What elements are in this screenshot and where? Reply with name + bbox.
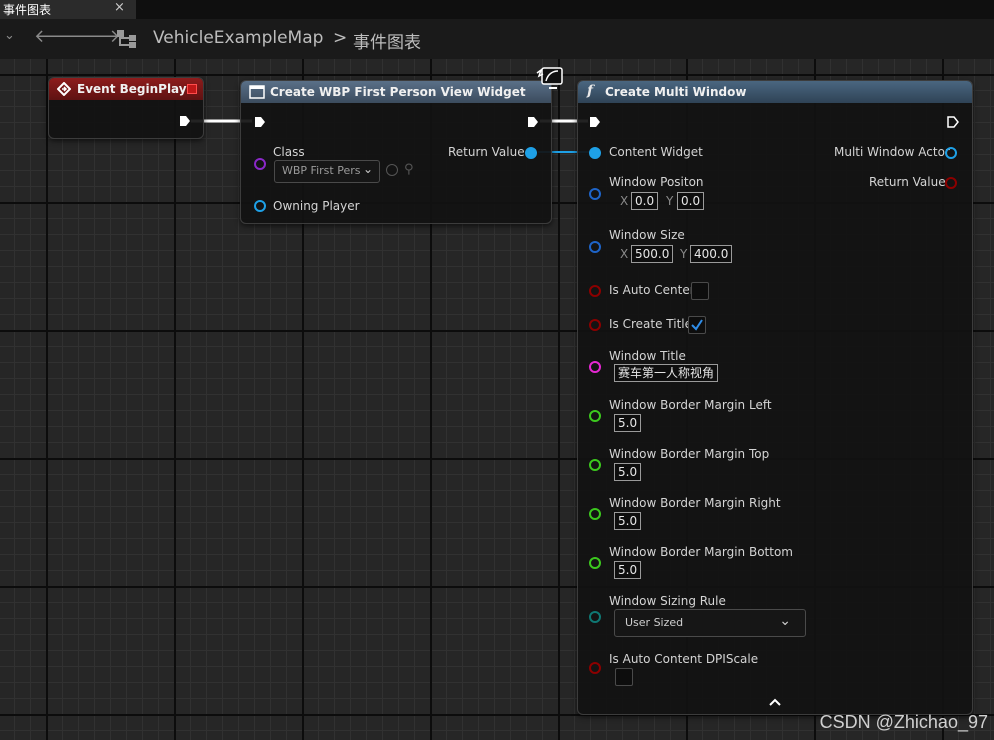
is-auto-center-pin[interactable] [589,285,601,297]
margin-bottom-pin[interactable] [589,557,601,569]
chevron-down-icon: ⌄ [362,162,373,176]
is-auto-center-label: Is Auto Center [609,283,695,297]
margin-top-pin[interactable] [589,459,601,471]
content-widget-pin[interactable] [589,147,601,159]
exec-in-pin[interactable] [254,116,266,128]
widget-icon [249,85,265,99]
search-icon[interactable]: ⚲ [404,162,414,177]
auto-dpi-label: Is Auto Content DPIScale [609,652,759,666]
multi-window-actor-pin[interactable] [945,147,957,159]
window-title-pin[interactable] [589,361,601,373]
margin-top-input[interactable]: 5.0 [614,463,642,481]
window-position-x-input[interactable]: 0.0 [631,192,659,210]
node-header: Event BeginPlay [49,78,203,100]
window-position-y-label: Y [666,194,674,208]
use-selected-icon[interactable] [386,164,398,176]
exec-out-pin[interactable] [179,115,191,127]
window-size-y-label: Y [680,247,688,261]
event-beginplay-node[interactable]: Event BeginPlay [48,77,204,139]
sizing-rule-label: Window Sizing Rule [609,594,726,608]
monitor-icon [536,67,563,89]
return-value-pin[interactable] [525,147,537,159]
checkmark-icon [691,319,703,331]
sizing-rule-pin[interactable] [589,611,601,623]
margin-right-pin[interactable] [589,508,601,520]
window-title-input[interactable]: 赛车第一人称视角 [614,364,719,382]
exec-out-pin[interactable] [947,116,959,128]
margin-right-label: Window Border Margin Right [609,496,781,510]
window-size-x-input[interactable]: 500.0 [631,245,674,263]
function-icon: f [587,83,594,99]
owning-player-pin[interactable] [254,200,266,212]
return-value-label: Return Value [869,175,946,189]
event-icon [57,82,71,96]
exec-out-pin[interactable] [527,116,539,128]
sizing-rule-value: User Sized [625,616,684,629]
content-widget-label: Content Widget [609,145,703,159]
chevron-down-icon: ⌄ [779,613,791,629]
exec-in-pin[interactable] [589,116,601,128]
window-size-y-input[interactable]: 400.0 [690,245,733,263]
is-create-title-pin[interactable] [589,319,601,331]
is-auto-center-checkbox[interactable] [691,282,709,300]
sizing-rule-dropdown[interactable]: User Sized ⌄ [614,609,806,637]
class-pin[interactable] [254,158,266,170]
class-value: WBP First Perso [282,164,360,177]
window-title-label: Window Title [609,349,686,363]
window-size-x-label: X [620,247,629,261]
window-position-pin[interactable] [589,188,601,200]
class-dropdown[interactable]: WBP First Perso ⌄ [274,160,380,183]
is-create-title-label: Is Create Title [609,317,693,331]
is-create-title-checkbox[interactable] [688,316,706,334]
node-title: Event BeginPlay [77,82,187,96]
node-header: Create WBP First Person View Widget [241,81,551,103]
margin-left-label: Window Border Margin Left [609,398,772,412]
window-size-label: Window Size [609,228,685,242]
window-position-label: Window Positon [609,175,704,189]
auto-dpi-pin[interactable] [589,662,601,674]
window-position-y-input[interactable]: 0.0 [677,192,705,210]
class-label: Class [273,145,305,159]
return-value-label: Return Value [448,145,525,159]
create-widget-node[interactable]: Create WBP First Person View Widget Clas… [240,80,552,224]
margin-bottom-label: Window Border Margin Bottom [609,545,793,559]
node-title: Create WBP First Person View Widget [270,85,526,99]
margin-bottom-input[interactable]: 5.0 [614,561,642,579]
multi-window-actor-label: Multi Window Actor [834,145,950,159]
auto-dpi-checkbox[interactable] [615,668,633,686]
node-title: Create Multi Window [605,85,747,99]
owning-player-label: Owning Player [273,199,360,213]
node-header: f Create Multi Window [578,81,972,103]
delegate-pin-icon[interactable] [187,84,197,94]
window-position-x-label: X [620,194,629,208]
create-multi-window-node[interactable]: f Create Multi Window Content Widget Mul… [577,80,973,715]
window-size-pin[interactable] [589,241,601,253]
margin-left-input[interactable]: 5.0 [614,414,642,432]
return-value-pin[interactable] [945,177,957,189]
margin-top-label: Window Border Margin Top [609,447,770,461]
margin-left-pin[interactable] [589,410,601,422]
margin-right-input[interactable]: 5.0 [614,512,642,530]
collapse-chevron-up-icon[interactable] [768,697,782,707]
watermark: CSDN @Zhichao_97 [819,712,988,732]
